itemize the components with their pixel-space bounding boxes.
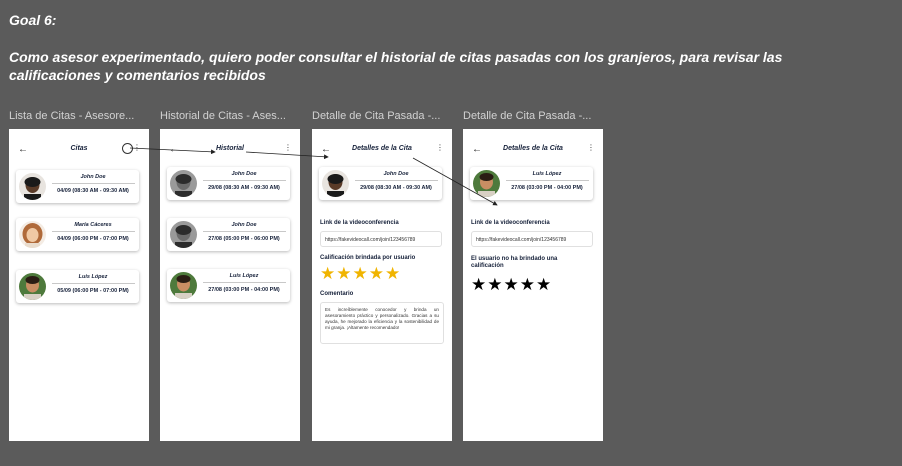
flow-arrow — [129, 147, 216, 155]
flow-arrow — [412, 157, 498, 206]
flow-arrow — [245, 151, 329, 160]
prototype-flow-arrows — [129, 147, 498, 206]
